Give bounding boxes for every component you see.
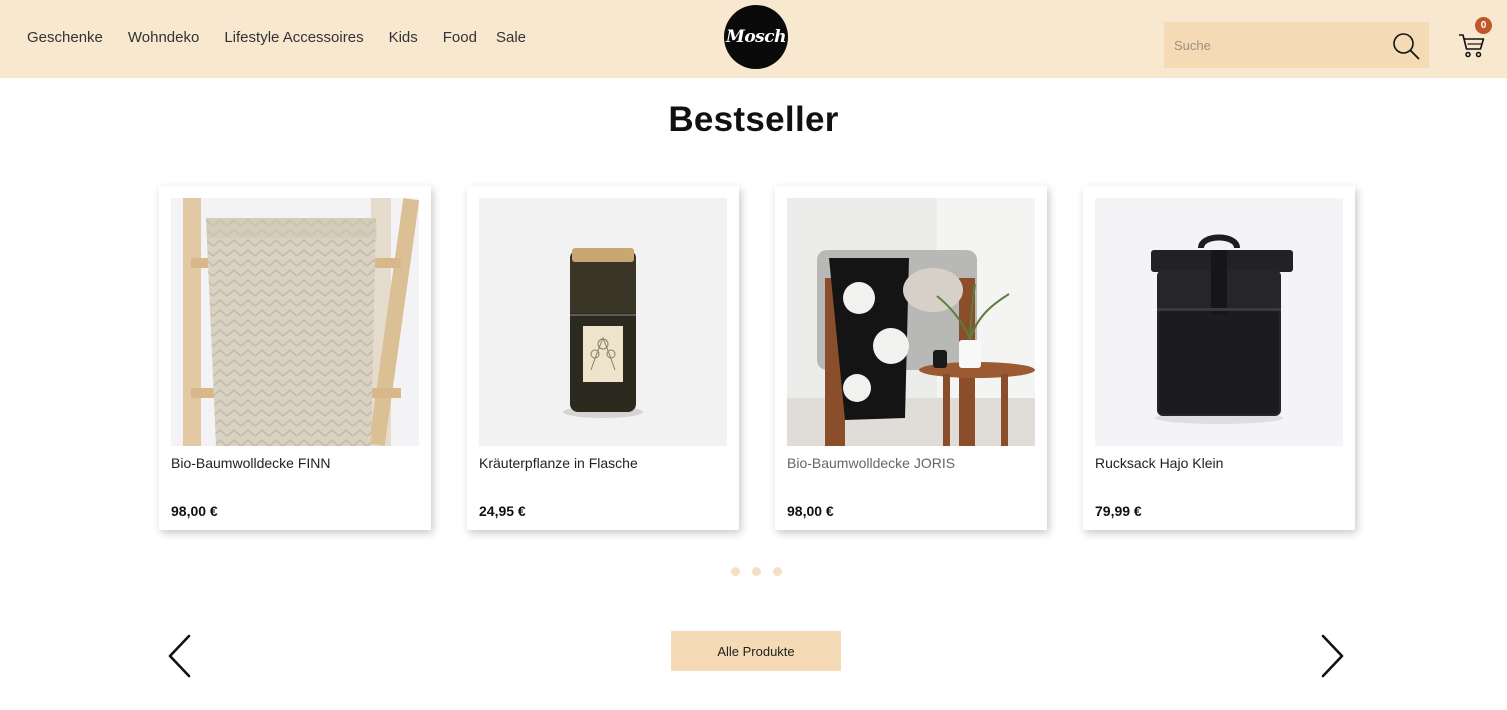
magnifier-icon	[1393, 33, 1420, 60]
product-card[interactable]: Kräuterpflanze in Flasche 24,95 €	[467, 186, 739, 530]
nav-item-food[interactable]: Food	[443, 29, 477, 47]
cart-button[interactable]	[1457, 30, 1487, 60]
product-image-backpack[interactable]	[1095, 198, 1343, 446]
product-image-herb-bottle[interactable]	[479, 198, 727, 446]
nav-item-lifestyle-accessoires[interactable]: Lifestyle Accessoires	[224, 29, 363, 47]
nav-item-kids[interactable]: Kids	[389, 29, 418, 47]
carousel-dot[interactable]	[752, 567, 761, 576]
section-title: Bestseller	[668, 100, 839, 139]
product-price: 98,00 €	[787, 503, 834, 519]
search-box	[1164, 22, 1429, 68]
search-input[interactable]	[1164, 22, 1384, 68]
search-button[interactable]	[1391, 31, 1421, 61]
site-header: Geschenke Wohndeko Lifestyle Accessoires…	[0, 0, 1507, 78]
carousel-dot[interactable]	[773, 567, 782, 576]
nav-item-geschenke[interactable]: Geschenke	[27, 29, 103, 47]
carousel-prev-button[interactable]	[165, 633, 195, 679]
product-image-blanket-joris[interactable]	[787, 198, 1035, 446]
product-name[interactable]: Bio-Baumwolldecke FINN	[171, 455, 331, 471]
product-name[interactable]: Bio-Baumwolldecke JORIS	[787, 455, 955, 471]
main-nav: Geschenke Wohndeko Lifestyle Accessoires…	[27, 29, 551, 47]
carousel-dot[interactable]	[731, 567, 740, 576]
carousel-next-button[interactable]	[1317, 633, 1347, 679]
product-price: 24,95 €	[479, 503, 526, 519]
chevron-right-icon	[1321, 634, 1344, 678]
nav-item-wohndeko[interactable]: Wohndeko	[128, 29, 199, 47]
brand-logo[interactable]: Mosch	[724, 5, 788, 69]
product-card[interactable]: Rucksack Hajo Klein 79,99 €	[1083, 186, 1355, 530]
logo-text: Mosch	[726, 27, 786, 47]
carousel-pagination	[731, 567, 794, 576]
product-image-blanket-finn[interactable]	[171, 198, 419, 446]
chevron-left-icon	[168, 634, 191, 678]
product-price: 98,00 €	[171, 503, 218, 519]
product-name[interactable]: Kräuterpflanze in Flasche	[479, 455, 638, 471]
shopping-cart-icon	[1459, 34, 1485, 58]
product-card[interactable]: Bio-Baumwolldecke FINN 98,00 €	[159, 186, 431, 530]
product-name[interactable]: Rucksack Hajo Klein	[1095, 455, 1223, 471]
product-price: 79,99 €	[1095, 503, 1142, 519]
all-products-button[interactable]: Alle Produkte	[671, 631, 841, 671]
nav-item-sale[interactable]: Sale	[496, 29, 526, 47]
product-card[interactable]: Bio-Baumwolldecke JORIS 98,00 €	[775, 186, 1047, 530]
cart-count-badge: 0	[1475, 17, 1492, 34]
